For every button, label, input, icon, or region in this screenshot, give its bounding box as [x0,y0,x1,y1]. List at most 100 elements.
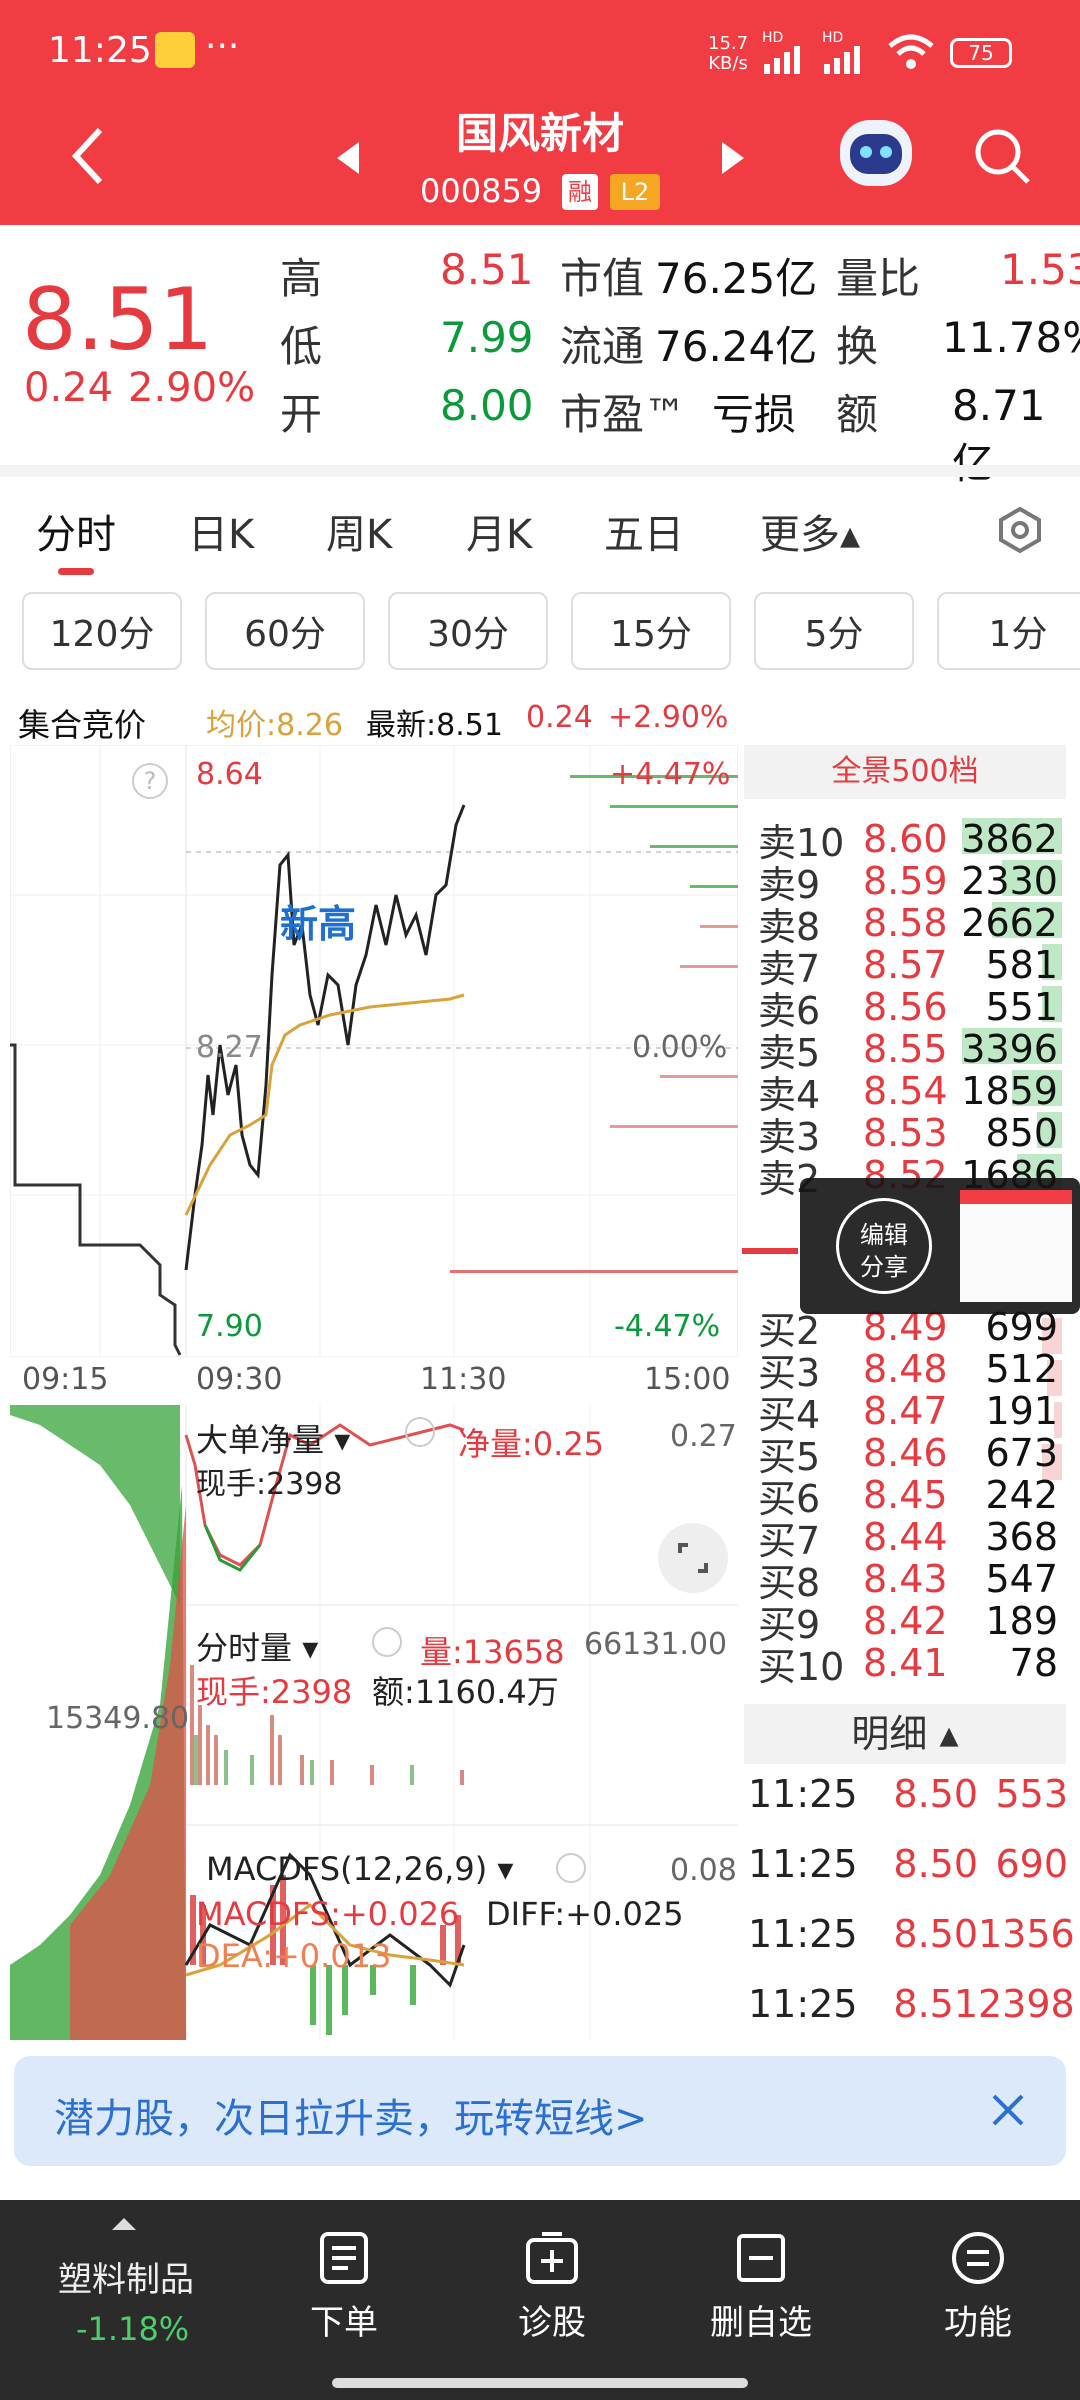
bottom-nav: 塑料制品 -1.18% 下单 诊股 删自选 功能 [0,2200,1080,2400]
tab-more[interactable]: 更多▴ [760,502,860,560]
order-document-icon [310,2230,378,2295]
edit-share-button[interactable]: 编辑 分享 [836,1198,932,1294]
panel2-right: 66131.00 [584,1627,728,1662]
search-icon[interactable] [972,126,1032,190]
promo-banner[interactable]: 潜力股，次日拉升卖，玩转短线> [14,2056,1066,2166]
chart-tabs: 分时 日K 周K 月K 五日 更多▴ [0,480,1080,580]
open-value: 8.00 [440,381,534,430]
share-popup[interactable]: 编辑 分享 [800,1178,1080,1314]
intraday-svg [9,744,739,1358]
panel1-net: 净量:0.25 [458,1425,605,1463]
panel1-right: 0.27 [670,1419,737,1454]
level2-badge: L2 [610,174,660,210]
fullscreen-icon[interactable] [658,1523,728,1593]
open-label: 开 [280,390,323,439]
detail-row: 11:25 8.50 690 [748,1842,1068,1886]
volume-ratio-value: 1.53 [1000,245,1080,294]
orderbook-divider [742,1248,798,1254]
signal-icon-2 [822,46,866,78]
settings-hexagon-icon[interactable] [996,506,1044,558]
panel2-help-icon[interactable] [372,1627,402,1657]
promo-banner-text[interactable]: 潜力股，次日拉升卖，玩转短线> [54,2086,648,2144]
tab-weekly-k[interactable]: 周K [326,502,392,560]
nav-order[interactable]: 下单 [310,2230,378,2344]
time-axis-1130: 11:30 [420,1362,507,1397]
app-notification-icon [155,32,195,68]
panel1-title[interactable]: 大单净量 ▾ [196,1415,350,1461]
diagnose-plus-icon [518,2230,586,2295]
period-60m-button[interactable]: 60分 [205,592,365,670]
divider [0,465,1080,477]
nav-functions[interactable]: 功能 [944,2230,1012,2344]
orderbook-title[interactable]: 全景500档 [744,745,1066,799]
price-change-pct: 2.90% [128,365,256,411]
prev-stock-icon[interactable] [335,140,361,180]
avg-price-label: 均价:8.26 [206,708,343,743]
tab-active-indicator [58,568,94,575]
close-icon[interactable] [988,2090,1028,2134]
vol-left-value: 15349.80 [46,1701,190,1736]
orderbook-buy-row[interactable]: 买10 8.41 78 [758,1641,1068,1689]
period-5m-button[interactable]: 5分 [754,592,914,670]
tab-daily-k[interactable]: 日K [188,502,254,560]
screenshot-thumbnail[interactable] [960,1190,1072,1302]
panel1-now: 现手:2398 [196,1467,343,1502]
panel3-macd: MACDFS:+0.026 [196,1895,460,1933]
tab-monthly-k[interactable]: 月K [466,502,532,560]
tab-intraday[interactable]: 分时 [36,502,116,560]
low-label: 低 [280,322,323,371]
stock-code: 000859 [420,172,543,210]
chart-top-price: 8.64 [196,757,263,792]
chart-mid-price: 8.27 [196,1030,263,1065]
time-axis-1500: 15:00 [644,1362,731,1397]
low-value: 7.99 [440,313,534,362]
intraday-price-chart[interactable]: ? 8.64 +4.47% 8.27 0.00% 7.90 -4.47% 新高 [9,744,739,1358]
pe-label: 市盈™ [560,390,687,439]
panel3-right: 0.08 [670,1853,737,1888]
back-arrow-icon[interactable] [68,126,108,190]
minus-square-icon [710,2230,812,2295]
turnover-value: 11.78% [942,313,1080,362]
sector-name[interactable]: 塑料制品 [58,2252,194,2301]
new-high-marker: 新高 [280,902,357,946]
period-1m-button[interactable]: 1分 [937,592,1080,670]
panel2-title[interactable]: 分时量 ▾ [196,1623,318,1669]
panel3-title[interactable]: MACDFS(12,26,9) ▾ [206,1850,513,1888]
status-time: 11:25 [48,30,152,71]
time-axis-0915: 09:15 [22,1362,109,1397]
high-value: 8.51 [440,245,534,294]
sector-change: -1.18% [76,2310,190,2348]
detail-title[interactable]: 明细 ▴ [744,1704,1066,1764]
net-speed: 15.7 KB/s [708,33,749,74]
panel3-help-icon[interactable] [556,1853,586,1883]
detail-row: 11:25 8.50 1356 [748,1912,1075,1956]
nav-diagnose[interactable]: 诊股 [518,2230,586,2344]
robot-assistant-icon[interactable] [840,120,912,186]
period-120m-button[interactable]: 120分 [22,592,182,670]
battery-icon: 75 [950,38,1012,68]
next-stock-icon[interactable] [720,140,746,180]
tab-five-day[interactable]: 五日 [604,502,684,560]
info-change: 0.24 [526,700,593,735]
status-more-dots: ··· [205,26,240,67]
period-30m-button[interactable]: 30分 [388,592,548,670]
latest-price-label: 最新:8.51 [366,708,503,743]
help-icon[interactable]: ? [132,763,168,799]
detail-row: 11:25 8.51 2398 [748,1982,1075,2026]
auction-label: 集合竞价 [18,706,147,744]
expand-up-icon[interactable] [110,2216,138,2236]
pe-value: 亏损 [712,390,797,439]
chart-mid-pct: 0.00% [632,1030,728,1065]
panel1-help-icon[interactable] [405,1417,435,1447]
nav-remove-watchlist[interactable]: 删自选 [710,2230,812,2344]
volume-ratio-label: 量比 [836,254,921,303]
app-header: 11:25 ··· 15.7 KB/s HD HD 75 国风新材 000859 … [0,0,1080,225]
chart-top-pct: +4.47% [610,757,731,792]
last-price: 8.51 [22,270,214,370]
home-indicator[interactable] [332,2378,748,2388]
mcap-value: 76.25亿 [655,254,818,303]
period-15m-button[interactable]: 15分 [571,592,731,670]
chart-bottom-pct: -4.47% [614,1309,721,1344]
menu-circle-icon [944,2230,1012,2295]
detail-row: 11:25 8.50 553 [748,1772,1068,1816]
